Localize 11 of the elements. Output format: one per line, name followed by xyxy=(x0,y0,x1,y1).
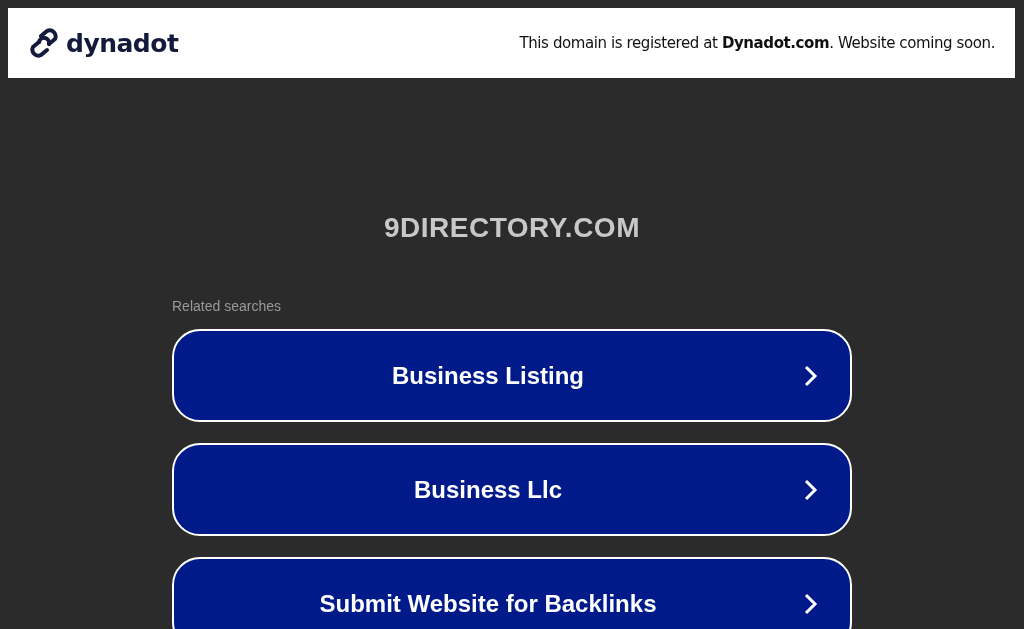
chevron-right-icon xyxy=(804,365,818,387)
chevron-right-icon xyxy=(804,479,818,501)
search-link[interactable]: Business Listing xyxy=(172,329,852,422)
search-link[interactable]: Business Llc xyxy=(172,443,852,536)
logo-text[interactable]: dynadot xyxy=(66,28,179,58)
chain-link-icon xyxy=(28,27,60,59)
domain-title: 9DIRECTORY.COM xyxy=(384,212,640,244)
related-searches-label: Related searches xyxy=(172,298,282,314)
registration-notice: This domain is registered at Dynadot.com. Website coming soon. xyxy=(519,34,995,52)
chevron-right-icon xyxy=(804,593,818,615)
search-link[interactable]: Submit Website for Backlinks xyxy=(172,557,852,629)
